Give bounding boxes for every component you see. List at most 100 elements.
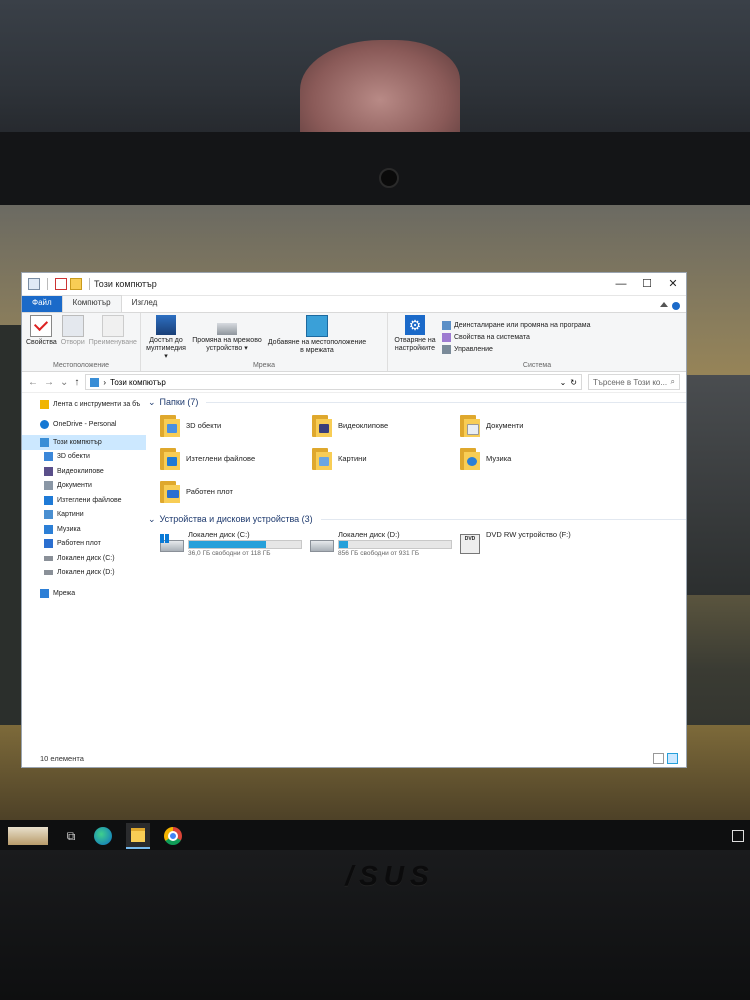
system-properties-icon <box>442 333 451 342</box>
drive-usage-fill <box>189 541 267 548</box>
breadcrumb[interactable]: Този компютър <box>110 378 166 387</box>
ribbon-collapse-icon[interactable] <box>660 302 668 307</box>
folder-icon <box>312 414 332 437</box>
notifications-icon[interactable] <box>732 830 744 842</box>
dvd-drive-icon: DVD <box>458 534 480 554</box>
close-button[interactable]: ✕ <box>660 273 686 295</box>
properties-icon <box>30 315 53 337</box>
address-dropdown-icon[interactable]: ⌄ <box>560 378 567 387</box>
folder-videos[interactable]: Видеоклипове <box>312 409 460 442</box>
back-button[interactable]: ← <box>28 377 38 388</box>
refresh-icon[interactable]: ↻ <box>570 378 577 387</box>
folders-group-header[interactable]: ⌄ Папки (7) <box>148 395 686 409</box>
drive-icon <box>44 555 53 561</box>
folder-downloads[interactable]: Изтеглени файлове <box>160 442 312 475</box>
programs-icon <box>442 321 451 330</box>
nav-label: Мрежа <box>53 589 76 597</box>
nav-item-quick-access[interactable]: Лента с инструменти за бъ <box>22 397 146 412</box>
house-thumbnail-icon[interactable] <box>8 827 48 845</box>
large-icons-view-icon[interactable] <box>667 753 678 764</box>
star-icon <box>40 399 49 409</box>
computer-icon <box>40 437 49 447</box>
folder-music[interactable]: Музика <box>460 442 610 475</box>
folder-desktop[interactable]: Работен плот <box>160 475 312 508</box>
nav-label: Изтеглени файлове <box>57 496 122 504</box>
folder-label: Документи <box>486 421 524 430</box>
title-bar: Този компютър — ☐ ✕ <box>22 273 686 296</box>
access-media-button[interactable]: Достъп до мултимедия ▾ <box>145 315 187 362</box>
properties-icon[interactable] <box>55 278 67 290</box>
folders-grid: 3D обекти Видеоклипове Документи Изтегле… <box>148 409 686 508</box>
open-button[interactable]: Отвори <box>61 315 85 362</box>
help-icon[interactable] <box>672 302 680 310</box>
search-input[interactable]: Търсене в Този ко... <box>593 378 667 387</box>
nav-item-videos[interactable]: Видеоклипове <box>22 464 146 479</box>
nav-label: Този компютър <box>53 438 102 446</box>
drive-name: DVD RW устройство (F:) <box>486 530 571 539</box>
open-settings-button[interactable]: ⚙ Отваряне на настройките <box>392 315 438 362</box>
document-icon <box>44 481 53 491</box>
edge-icon[interactable] <box>94 827 112 845</box>
map-network-drive-button[interactable]: Промяна на мрежово устройство ▾ <box>191 315 263 362</box>
drive-dvd[interactable]: DVD DVD RW устройство (F:) <box>458 530 608 557</box>
nav-item-network[interactable]: Мрежа <box>22 586 146 601</box>
folder-documents[interactable]: Документи <box>460 409 610 442</box>
network-group-label: Мрежа <box>252 362 276 369</box>
manage-item[interactable]: Управление <box>442 345 590 354</box>
system-group: ⚙ Отваряне на настройките Деинсталиране … <box>388 313 686 371</box>
devices-grid: Локален диск (C:) 36,0 ГБ свободни от 11… <box>148 526 686 557</box>
maximize-button[interactable]: ☐ <box>634 273 660 295</box>
recent-locations-button[interactable]: ⌄ <box>60 377 68 388</box>
nav-item-local-disk-d[interactable]: Локален диск (D:) <box>22 566 146 581</box>
drive-d[interactable]: Локален диск (D:) 856 ГБ свободни от 931… <box>310 530 458 557</box>
network-icon <box>40 588 49 598</box>
system-properties-item[interactable]: Свойства на системата <box>442 333 590 342</box>
uninstall-program-item[interactable]: Деинсталиране или промяна на програма <box>442 321 590 330</box>
minimize-button[interactable]: — <box>608 273 634 295</box>
devices-group-header[interactable]: ⌄ Устройства и дискови устройства (3) <box>148 512 686 526</box>
properties-button[interactable]: Свойства <box>26 315 57 362</box>
new-folder-icon[interactable] <box>70 278 82 290</box>
drive-usage-fill <box>339 541 348 548</box>
folder-icon <box>160 414 180 437</box>
drive-c[interactable]: Локален диск (C:) 36,0 ГБ свободни от 11… <box>160 530 310 557</box>
details-view-icon[interactable] <box>653 753 664 764</box>
group-title: Устройства и дискови устройства (3) <box>159 514 313 524</box>
up-button[interactable]: ↑ <box>74 377 79 388</box>
address-bar[interactable]: › Този компютър ⌄ ↻ <box>85 374 582 390</box>
tab-computer[interactable]: Компютър <box>61 295 122 312</box>
folder-label: Музика <box>486 454 512 463</box>
nav-item-documents[interactable]: Документи <box>22 479 146 494</box>
chrome-icon[interactable] <box>164 827 182 845</box>
nav-item-onedrive[interactable]: OneDrive - Personal <box>22 418 146 433</box>
nav-item-pictures[interactable]: Картини <box>22 508 146 523</box>
folder-icon <box>460 447 480 470</box>
folder-pictures[interactable]: Картини <box>312 442 460 475</box>
taskbar: ⧉ <box>0 820 750 852</box>
tab-file[interactable]: Файл <box>22 296 62 312</box>
drive-icon <box>44 570 53 576</box>
add-network-location-button[interactable]: Добавяне на местоположение в мрежата <box>267 315 367 362</box>
folder-3d-objects[interactable]: 3D обекти <box>160 409 312 442</box>
nav-item-music[interactable]: Музика <box>22 522 146 537</box>
folder-label: 3D обекти <box>186 421 222 430</box>
add-network-location-label: Добавяне на местоположение в мрежата <box>267 339 367 354</box>
group-title: Папки (7) <box>159 397 199 407</box>
nav-item-3d-objects[interactable]: 3D обекти <box>22 450 146 465</box>
tab-view[interactable]: Изглед <box>122 296 168 312</box>
address-bar-row: ← → ⌄ ↑ › Този компютър ⌄ ↻ Търсене в То… <box>22 372 686 393</box>
nav-item-this-pc[interactable]: Този компютър <box>22 435 146 450</box>
nav-item-downloads[interactable]: Изтеглени файлове <box>22 493 146 508</box>
task-view-icon[interactable]: ⧉ <box>62 827 80 845</box>
wallpaper-mountain <box>680 375 750 595</box>
nav-label: Локален диск (C:) <box>57 554 115 562</box>
search-box[interactable]: Търсене в Този ко... ⌕ <box>588 374 680 390</box>
nav-item-local-disk-c[interactable]: Локален диск (C:) <box>22 551 146 566</box>
file-explorer-icon[interactable] <box>126 823 150 849</box>
nav-label: Музика <box>57 525 81 533</box>
rename-button[interactable]: Преименуване <box>89 315 137 362</box>
forward-button[interactable]: → <box>44 377 54 388</box>
manage-label: Управление <box>454 346 493 353</box>
nav-item-desktop[interactable]: Работен плот <box>22 537 146 552</box>
quick-access-toolbar <box>22 278 94 290</box>
